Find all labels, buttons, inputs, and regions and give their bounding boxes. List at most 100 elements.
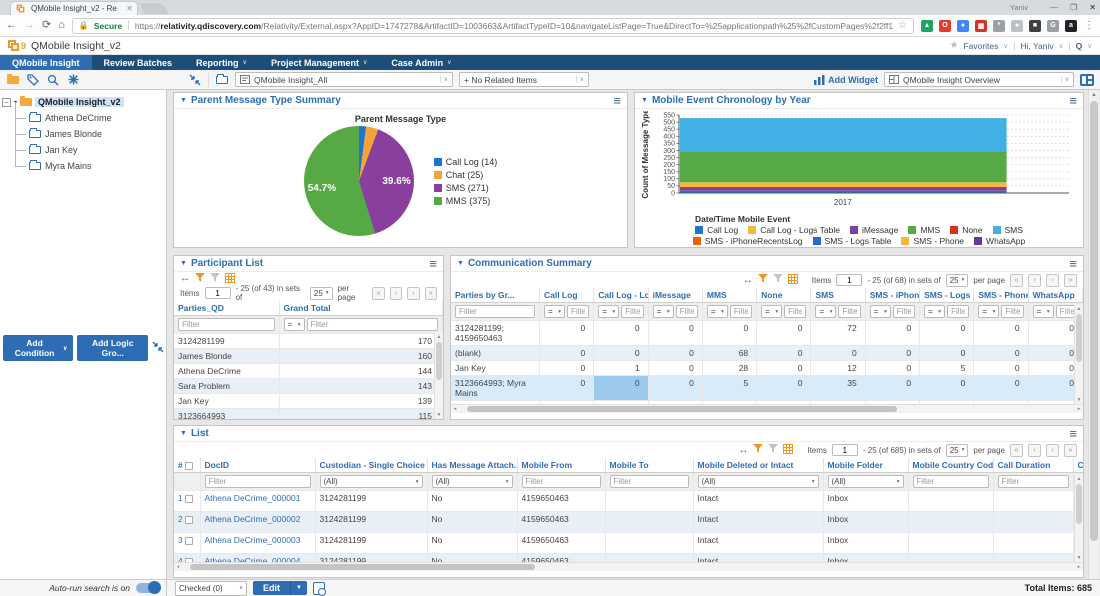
new-search-icon[interactable] [66, 73, 80, 87]
docid-cell[interactable]: Athena DeCrime_000001 [200, 491, 315, 512]
page-start-input[interactable] [836, 274, 862, 286]
edit-split-button[interactable]: Edit ▼ [253, 581, 307, 595]
column-header[interactable]: SMS [811, 288, 865, 303]
pivot-value-cell[interactable]: 0 [920, 346, 974, 361]
pivot-value-cell[interactable]: 0 [648, 361, 702, 376]
filter-funnel-icon[interactable] [773, 274, 783, 286]
row-checkbox[interactable] [185, 495, 193, 503]
refresh-icon[interactable]: ⟳ [42, 20, 51, 31]
pivot-value-cell[interactable]: 0 [757, 321, 811, 346]
grid-extension-icon[interactable]: ▦ [975, 20, 987, 32]
pivot-grid-icon[interactable] [225, 273, 235, 285]
collapse-widget-icon[interactable]: ▼ [180, 430, 187, 437]
pivot-grid-icon[interactable] [783, 444, 793, 456]
column-header[interactable]: Mobile Country Code [908, 458, 993, 473]
address-bar[interactable]: 🔒 Secure | https://relativity.qdiscovery… [72, 18, 914, 34]
filter-input[interactable] [676, 305, 698, 318]
table-row[interactable]: 3124281199; 415965046300000720000 [451, 321, 1083, 346]
pivot-value-cell[interactable]: 0 [594, 321, 648, 346]
column-header[interactable]: Has Message Attach... [427, 458, 517, 473]
filter-input[interactable] [307, 318, 439, 331]
dashboard-layout-icon[interactable] [1080, 74, 1094, 86]
next-page-button[interactable]: › [407, 287, 419, 300]
filter-operator-select[interactable]: =▾ [544, 305, 565, 318]
collapse-widget-icon[interactable]: ▼ [180, 97, 187, 104]
collapse-widget-icon[interactable]: ▼ [457, 260, 464, 267]
filter-input[interactable] [178, 318, 275, 331]
filter-input[interactable] [784, 305, 806, 318]
search-browser-icon[interactable] [46, 73, 60, 87]
pivot-value-cell[interactable]: 0 [594, 376, 648, 401]
nav-tab-review-batches[interactable]: Review Batches [92, 55, 185, 70]
filter-input[interactable] [893, 305, 915, 318]
table-row[interactable]: James Blonde160 [174, 349, 443, 364]
dashboard-scrollbar[interactable]: ▲ [1088, 90, 1099, 579]
pivot-value-cell[interactable]: 0 [865, 376, 919, 401]
opera-extension-icon[interactable]: O [939, 20, 951, 32]
horizontal-scrollbar[interactable]: ◂▸ [451, 404, 1083, 413]
page-start-input[interactable] [205, 287, 231, 299]
scroll-up-icon[interactable]: ▲ [1089, 90, 1099, 100]
per-page-select[interactable]: 25▾ [946, 444, 969, 457]
edit-button[interactable]: Edit [253, 581, 290, 595]
table-row[interactable]: 2 Athena DeCrime_0000023124281199No41596… [174, 512, 1083, 533]
pivot-value-cell[interactable]: 0 [539, 361, 593, 376]
first-page-button[interactable]: « [1010, 274, 1023, 287]
column-header[interactable]: DocID [200, 458, 315, 473]
filter-input[interactable] [913, 475, 989, 488]
filter-input[interactable] [947, 305, 969, 318]
next-page-button[interactable]: › [1046, 274, 1059, 287]
filter-funnel-icon[interactable] [758, 274, 768, 286]
related-items-dropdown[interactable]: + No Related Items ∨ [459, 72, 589, 87]
scroll-left-icon[interactable]: ◂ [451, 406, 459, 412]
table-row[interactable]: 3124281199170 [174, 334, 443, 349]
column-header[interactable]: SMS - Phone [974, 288, 1028, 303]
pivot-value-cell[interactable]: 0 [648, 346, 702, 361]
add-logic-group-button[interactable]: Add Logic Gro... [77, 335, 148, 361]
tree-item-jan-key[interactable]: Jan Key [15, 142, 164, 158]
filter-operator-select[interactable]: =▾ [870, 305, 891, 318]
table-row[interactable]: Jan Key139 [174, 394, 443, 409]
column-header[interactable]: WhatsApp [1028, 288, 1082, 303]
column-header[interactable]: iMessage [648, 288, 702, 303]
pivot-value-cell[interactable]: 0 [757, 346, 811, 361]
edit-caret-button[interactable]: ▼ [290, 581, 307, 595]
bookmark-star-icon[interactable]: ☆ [898, 20, 907, 31]
filter-input[interactable] [1001, 305, 1023, 318]
docid-link[interactable]: Athena DeCrime_000001 [205, 493, 301, 503]
page-start-input[interactable] [832, 444, 858, 456]
collapse-conditions-icon[interactable] [152, 341, 164, 356]
asterisk-extension-icon[interactable]: * [993, 20, 1005, 32]
dark-extension-icon[interactable]: ■ [1029, 20, 1041, 32]
browser-menu-icon[interactable]: ⋮ [1084, 20, 1094, 31]
filter-operator-select[interactable]: =▾ [284, 318, 305, 331]
pivot-value-cell[interactable]: 0 [865, 321, 919, 346]
resize-columns-icon[interactable]: ↔ [180, 273, 190, 284]
pivot-value-cell[interactable]: 68 [702, 346, 756, 361]
filter-input[interactable] [610, 475, 689, 488]
g-extension-icon[interactable]: G [1047, 20, 1059, 32]
horizontal-scrollbar[interactable]: ◂▸ [174, 562, 1083, 571]
table-row[interactable]: Athena DeCrime144 [174, 364, 443, 379]
select-all-checkbox[interactable] [185, 462, 193, 470]
chrome-extension-icon[interactable]: ● [957, 20, 969, 32]
pivot-value-cell[interactable]: 0 [539, 321, 593, 346]
window-maximize-icon[interactable]: ❐ [1070, 3, 1077, 12]
tab-close-icon[interactable]: ✕ [126, 4, 133, 13]
favorites-menu[interactable]: Favorites [963, 41, 998, 51]
filter-operator-select[interactable]: =▾ [761, 305, 782, 318]
pivot-value-cell[interactable]: 0 [920, 321, 974, 346]
widget-menu-icon[interactable]: ≡ [613, 96, 621, 106]
docid-cell[interactable]: Athena DeCrime_000002 [200, 512, 315, 533]
nav-tab-qmobile-insight[interactable]: QMobile Insight [0, 55, 92, 70]
filter-funnel-icon[interactable] [195, 273, 205, 285]
pivot-value-cell[interactable]: 12 [811, 361, 865, 376]
docid-link[interactable]: Athena DeCrime_000002 [205, 514, 301, 524]
window-close-icon[interactable]: ✕ [1089, 3, 1096, 12]
filter-input[interactable] [838, 305, 860, 318]
checked-dropdown[interactable]: Checked (0) ∨ [175, 581, 247, 596]
autorun-toggle[interactable] [136, 583, 160, 593]
pivot-value-cell[interactable]: 0 [594, 346, 648, 361]
docid-cell[interactable]: Athena DeCrime_000003 [200, 533, 315, 554]
per-page-select[interactable]: 25▾ [310, 287, 333, 300]
